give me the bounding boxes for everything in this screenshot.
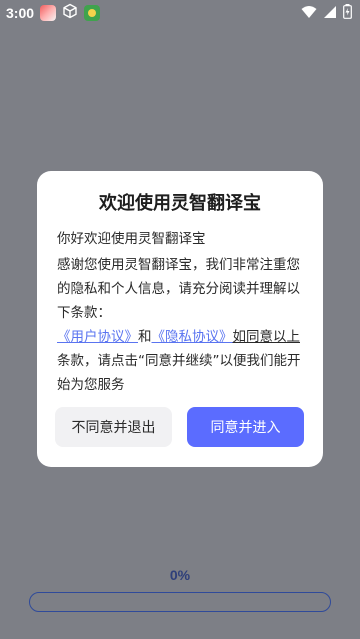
terms-paragraph: 《用户协议》和《隐私协议》如同意以上条款，请点击“同意并继续”以便我们能开始为您…: [57, 325, 305, 397]
signal-icon: [323, 5, 337, 23]
status-right: [301, 4, 352, 23]
status-left: 3:00: [0, 3, 101, 23]
game-app-icon: [84, 5, 101, 21]
status-time: 3:00: [6, 5, 35, 21]
decline-exit-button[interactable]: 不同意并退出: [55, 407, 172, 447]
dialog-title: 欢迎使用灵智翻译宝: [99, 193, 261, 214]
dialog-body: 你好欢迎使用灵智翻译宝 感谢您使用灵智翻译宝，我们非常注重您的隐私和个人信息，请…: [57, 227, 305, 397]
notification-app-icon: [40, 5, 57, 21]
intro-paragraph: 感谢您使用灵智翻译宝，我们非常注重您的隐私和个人信息，请充分阅读并理解以下条款：: [57, 257, 300, 321]
terms-rest-text: 条款，请点击“同意并继续”以便我们能开始为您服务: [57, 353, 301, 393]
privacy-policy-link[interactable]: 《隐私协议》: [152, 329, 233, 345]
agree-enter-button[interactable]: 同意并进入: [187, 407, 304, 447]
privacy-dialog: 欢迎使用灵智翻译宝 你好欢迎使用灵智翻译宝 感谢您使用灵智翻译宝，我们非常注重您…: [37, 171, 323, 467]
progress-percent: 0%: [169, 567, 191, 583]
agree-prefix-text: 如同意以上: [232, 329, 301, 345]
battery-icon: [343, 4, 352, 23]
wifi-icon: [301, 5, 317, 23]
conjunction-text: 和: [138, 329, 152, 345]
status-bar: 3:00: [0, 0, 360, 26]
cube-icon: [62, 3, 78, 23]
progress-bar: [29, 592, 331, 612]
user-agreement-link[interactable]: 《用户协议》: [57, 329, 138, 345]
greeting-text: 你好欢迎使用灵智翻译宝: [57, 231, 206, 247]
